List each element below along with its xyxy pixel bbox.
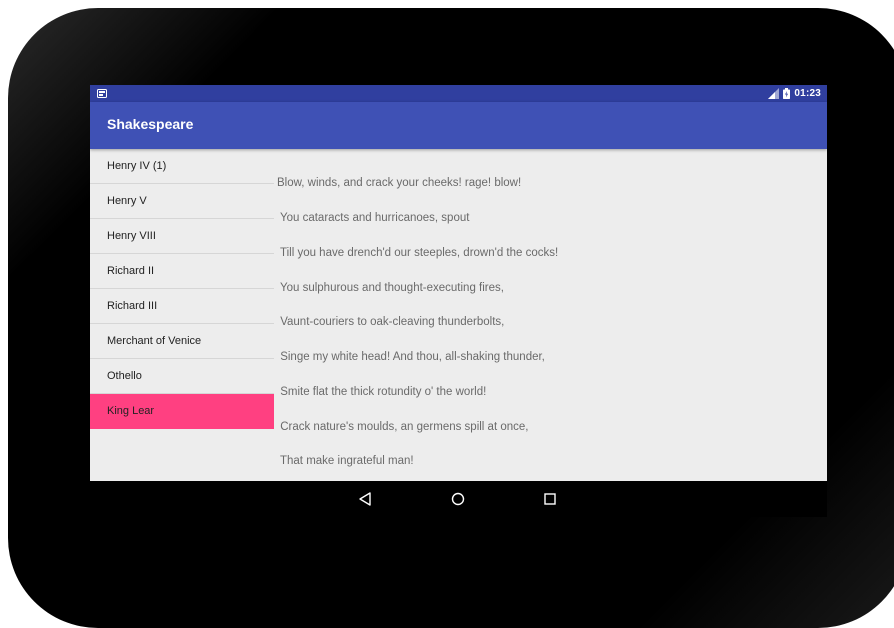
list-item-king-lear[interactable]: King Lear — [90, 394, 274, 429]
status-right-group: 01:23 — [768, 85, 821, 102]
list-item-label: Merchant of Venice — [107, 335, 202, 347]
list-item-henry-viii[interactable]: Henry VIII — [90, 219, 274, 254]
list-item-henry-v[interactable]: Henry V — [90, 184, 274, 219]
quote-line: Blow, winds, and crack your cheeks! rage… — [277, 177, 522, 190]
list-item-othello[interactable]: Othello — [90, 359, 274, 394]
device-screen: 01:23 Shakespeare Henry IV (1) Henry V H… — [90, 85, 827, 517]
list-item-richard-iii[interactable]: Richard III — [90, 289, 274, 324]
list-item-label: Henry V — [107, 195, 147, 207]
quote-line: That make ingrateful man! — [277, 455, 414, 468]
status-bar: 01:23 — [90, 85, 827, 102]
list-item-richard-ii[interactable]: Richard II — [90, 254, 274, 289]
app-bar: Shakespeare — [90, 102, 827, 149]
quote-line: You sulphurous and thought-executing fir… — [277, 281, 504, 294]
battery-icon — [783, 88, 791, 99]
quote-line: You cataracts and hurricanoes, spout — [277, 211, 470, 224]
list-item-label: Richard II — [107, 265, 155, 277]
list-item-label: Richard III — [107, 300, 158, 312]
navigation-bar — [90, 481, 827, 517]
list-item-label: Henry VIII — [107, 230, 156, 242]
list-item-label: Henry IV (1) — [107, 160, 167, 172]
quote-line: Smite flat the thick rotundity o' the wo… — [277, 385, 487, 398]
list-item-label: King Lear — [107, 405, 155, 417]
notification-icon — [97, 89, 107, 98]
recents-icon[interactable] — [541, 490, 559, 508]
home-icon[interactable] — [449, 490, 467, 508]
back-icon[interactable] — [357, 490, 375, 508]
list-item-henry-iv-1[interactable]: Henry IV (1) — [90, 149, 274, 184]
quote-line: Till you have drench'd our steeples, dro… — [277, 246, 559, 259]
quote-line: Crack nature's moulds, an germens spill … — [277, 420, 529, 433]
list-item-label: Othello — [107, 370, 142, 382]
quote-line: Singe my white head! And thou, all-shaki… — [277, 351, 545, 364]
quote-text: Blow, winds, and crack your cheeks! rage… — [277, 155, 822, 491]
status-time: 01:23 — [794, 88, 821, 99]
signal-icon — [768, 88, 780, 99]
app-title: Shakespeare — [107, 116, 194, 132]
list-item-merchant-of-venice[interactable]: Merchant of Venice — [90, 324, 274, 359]
play-list: Henry IV (1) Henry V Henry VIII Richard … — [90, 149, 274, 481]
quote-line: Vaunt-couriers to oak-cleaving thunderbo… — [277, 316, 505, 329]
